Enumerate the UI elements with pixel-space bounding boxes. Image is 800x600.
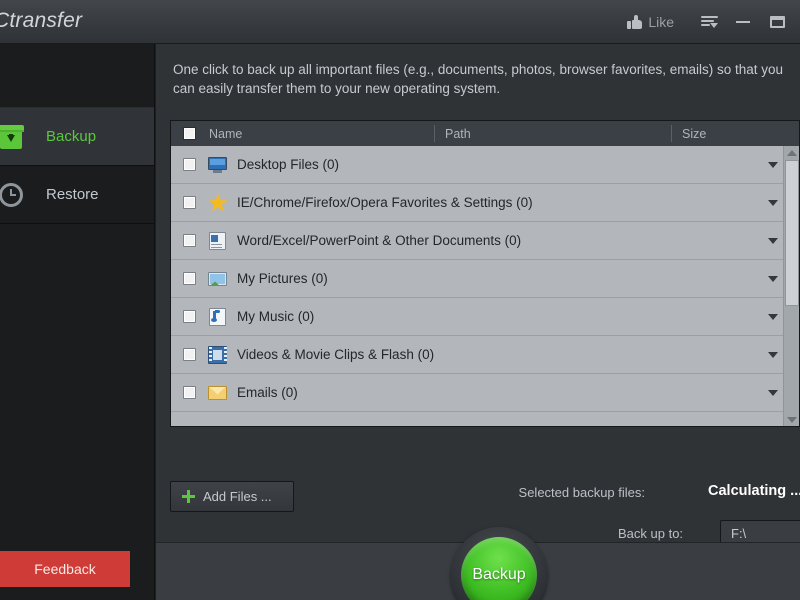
row-checkbox-cell[interactable]	[171, 234, 207, 247]
chevron-down-icon[interactable]	[768, 162, 778, 168]
file-list: Name Path Size Desktop Files (0) IE/Chro…	[170, 120, 800, 427]
main-panel: One click to back up all important files…	[156, 44, 800, 600]
add-files-button[interactable]: Add Files ...	[170, 481, 294, 512]
column-header-size[interactable]: Size	[672, 121, 782, 146]
monitor-icon	[207, 156, 229, 174]
list-scrollbar[interactable]	[783, 146, 799, 426]
file-list-header: Name Path Size	[171, 121, 799, 146]
row-name: Videos & Movie Clips & Flash (0)	[237, 347, 435, 362]
row-name: Emails (0)	[237, 385, 298, 400]
row-name: My Music (0)	[237, 309, 315, 324]
thumbs-up-icon	[627, 15, 643, 29]
table-row[interactable]: My Music (0)	[171, 298, 799, 336]
app-title: Ctransfer	[0, 9, 83, 32]
column-header-name-label: Name	[209, 126, 243, 141]
chevron-down-icon[interactable]	[768, 238, 778, 244]
select-all-checkbox[interactable]	[182, 127, 196, 140]
row-checkbox[interactable]	[182, 348, 196, 361]
ctransfer-window: Ctransfer Like Backup Restore Feedback O…	[0, 0, 800, 600]
row-checkbox[interactable]	[182, 272, 196, 285]
picture-icon	[207, 270, 229, 288]
row-name: Desktop Files (0)	[237, 157, 340, 172]
table-row[interactable]: Emails (0)	[171, 374, 799, 412]
selected-backup-files-label: Selected backup files:	[518, 485, 645, 500]
column-header-name[interactable]: Name	[207, 121, 435, 146]
chevron-down-icon[interactable]	[768, 352, 778, 358]
sidebar-item-restore[interactable]: Restore	[0, 166, 154, 224]
row-checkbox-cell[interactable]	[171, 158, 207, 171]
scroll-up-arrow-icon[interactable]	[787, 150, 797, 156]
backup-destination-value: F:\	[731, 525, 747, 541]
document-icon	[207, 231, 229, 250]
title-bar: Ctransfer Like	[0, 0, 800, 44]
menu-lines-chevron-icon	[700, 15, 718, 29]
selected-backup-files-value: Calculating ...	[708, 483, 800, 499]
chevron-down-icon[interactable]	[768, 200, 778, 206]
row-name: My Pictures (0)	[237, 271, 328, 286]
envelope-icon	[207, 384, 229, 402]
row-checkbox[interactable]	[182, 386, 196, 399]
maximize-restore-icon	[769, 16, 785, 28]
row-name: IE/Chrome/Firefox/Opera Favorites & Sett…	[237, 195, 533, 210]
table-row[interactable]: IE/Chrome/Firefox/Opera Favorites & Sett…	[171, 184, 799, 222]
intro-text: One click to back up all important files…	[173, 62, 784, 96]
plus-icon	[182, 490, 195, 503]
scroll-down-arrow-icon[interactable]	[787, 417, 797, 423]
column-header-size-label: Size	[682, 126, 707, 141]
sidebar-item-restore-label: Restore	[46, 186, 99, 203]
backup-destination-label: Back up to:	[618, 526, 684, 541]
like-label: Like	[648, 14, 674, 30]
table-row[interactable]: Desktop Files (0)	[171, 146, 799, 184]
scrollbar-thumb[interactable]	[785, 160, 799, 306]
row-checkbox[interactable]	[182, 234, 196, 247]
backup-button[interactable]: Backup	[461, 537, 537, 600]
clock-restore-icon	[0, 182, 24, 208]
add-files-label: Add Files ...	[203, 489, 272, 504]
chevron-down-icon[interactable]	[768, 390, 778, 396]
sidebar-header-spacer	[0, 44, 154, 108]
film-icon	[207, 345, 229, 364]
backup-button-ring: Backup	[451, 527, 547, 600]
music-note-icon	[207, 307, 229, 326]
row-checkbox[interactable]	[182, 158, 196, 171]
row-checkbox-cell[interactable]	[171, 272, 207, 285]
like-button[interactable]: Like	[619, 5, 682, 39]
minimize-button[interactable]	[726, 5, 760, 39]
maximize-button[interactable]	[760, 5, 794, 39]
row-checkbox[interactable]	[182, 310, 196, 323]
star-icon	[207, 193, 229, 212]
chevron-down-icon[interactable]	[768, 314, 778, 320]
sidebar-item-backup-label: Backup	[46, 128, 97, 145]
select-all-cell[interactable]	[171, 121, 207, 146]
row-name: Word/Excel/PowerPoint & Other Documents …	[237, 233, 522, 248]
sidebar: Backup Restore Feedback	[0, 44, 155, 600]
feedback-label: Feedback	[34, 561, 96, 577]
row-checkbox[interactable]	[182, 196, 196, 209]
row-checkbox-cell[interactable]	[171, 310, 207, 323]
table-row[interactable]: My Pictures (0)	[171, 260, 799, 298]
table-row[interactable]: Videos & Movie Clips & Flash (0)	[171, 336, 799, 374]
column-header-path-label: Path	[445, 126, 471, 141]
table-row[interactable]: Word/Excel/PowerPoint & Other Documents …	[171, 222, 799, 260]
backup-box-arrow-icon	[0, 124, 24, 150]
chevron-down-icon[interactable]	[768, 276, 778, 282]
backup-button-label: Backup	[472, 566, 526, 583]
file-list-body: Desktop Files (0) IE/Chrome/Firefox/Oper…	[171, 146, 799, 426]
menu-button[interactable]	[692, 5, 726, 39]
sidebar-item-backup[interactable]: Backup	[0, 108, 154, 166]
minimize-icon	[736, 21, 750, 23]
feedback-button[interactable]: Feedback	[0, 551, 130, 587]
row-checkbox-cell[interactable]	[171, 348, 207, 361]
row-checkbox-cell[interactable]	[171, 196, 207, 209]
row-checkbox-cell[interactable]	[171, 386, 207, 399]
column-header-path[interactable]: Path	[435, 121, 672, 146]
window-controls: Like	[619, 0, 794, 44]
